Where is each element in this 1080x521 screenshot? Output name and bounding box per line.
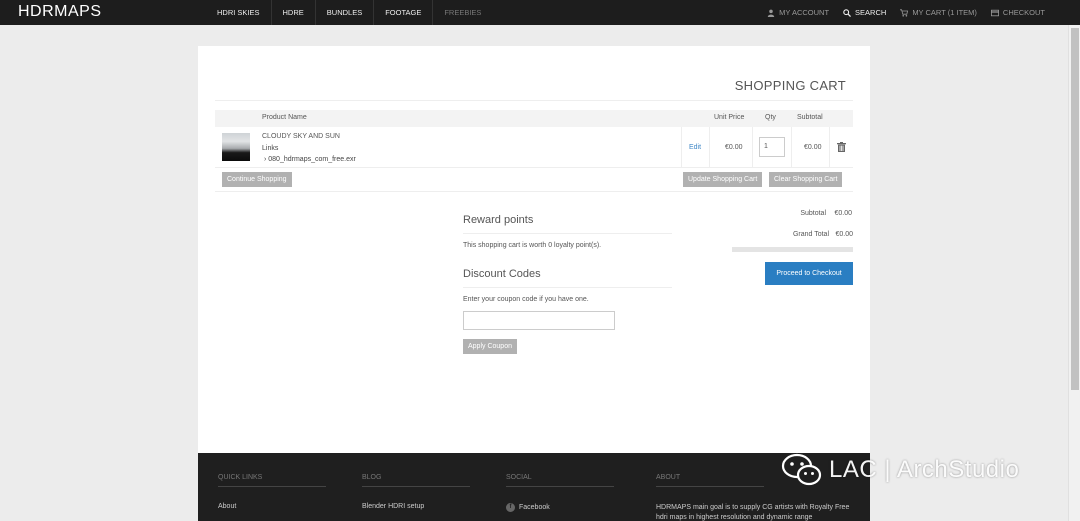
cart-table-header: Product Name Unit Price Qty Subtotal: [215, 110, 853, 127]
footer-about-title: ABOUT: [656, 474, 764, 487]
row-subtotal: €0.00: [804, 144, 822, 151]
footer-social-title: SOCIAL: [506, 474, 614, 487]
update-cart-button[interactable]: Update Shopping Cart: [683, 172, 763, 187]
unit-price: €0.00: [725, 144, 743, 151]
quantity-input[interactable]: 1: [759, 137, 785, 157]
site-logo[interactable]: HDRMAPS: [18, 3, 102, 21]
nav-footage[interactable]: FOOTAGE: [374, 0, 434, 25]
footer-blog: BLOG Blender HDRI setup: [362, 474, 470, 510]
cell-divider: [709, 127, 710, 168]
totals-divider: [732, 247, 853, 252]
coupon-instructions: Enter your coupon code if you have one.: [463, 296, 589, 303]
cart-table: Product Name Unit Price Qty Subtotal CLO…: [215, 110, 853, 168]
facebook-icon: f: [506, 503, 515, 512]
footer-link-about[interactable]: About: [218, 503, 326, 510]
table-row: CLOUDY SKY AND SUN Links › 080_hdrmaps_c…: [215, 127, 853, 168]
actions-divider: [215, 191, 853, 192]
header-qty: Qty: [765, 114, 776, 121]
discount-codes-title: Discount Codes: [463, 268, 541, 280]
my-cart-link[interactable]: MY CART (1 ITEM): [893, 0, 984, 25]
grand-total-label: Grand Total: [792, 231, 829, 238]
footer-about-text: HDRMAPS main goal is to supply CG artist…: [656, 504, 850, 521]
my-cart-label: MY CART (1 ITEM): [912, 8, 977, 17]
cart-panel: SHOPPING CART Product Name Unit Price Qt…: [198, 46, 870, 453]
continue-shopping-button[interactable]: Continue Shopping: [222, 172, 292, 187]
subtotal-value: €0.00: [834, 210, 852, 217]
footer-quick-links-title: QUICK LINKS: [218, 474, 326, 487]
product-name[interactable]: CLOUDY SKY AND SUN: [262, 133, 340, 140]
footer-link-blender-hdri[interactable]: Blender HDRI setup: [362, 503, 470, 510]
apply-coupon-button[interactable]: Apply Coupon: [463, 339, 517, 354]
cell-divider: [829, 127, 830, 168]
footer-blog-title: BLOG: [362, 474, 470, 487]
page-title: SHOPPING CART: [734, 78, 846, 93]
header-unit-price: Unit Price: [714, 114, 745, 121]
scrollbar-thumb[interactable]: [1071, 28, 1079, 390]
top-navigation-bar: HDRMAPS HDRI SKIES HDRE BUNDLES FOOTAGE …: [0, 0, 1080, 25]
trash-icon[interactable]: [837, 142, 846, 152]
cell-divider: [791, 127, 792, 168]
product-thumbnail[interactable]: [222, 133, 250, 161]
facebook-label: Facebook: [519, 504, 550, 511]
site-footer: QUICK LINKS About BLOG Blender HDRI setu…: [198, 453, 870, 521]
my-account-link[interactable]: MY ACCOUNT: [760, 0, 836, 25]
reward-points-title: Reward points: [463, 214, 534, 226]
user-icon: [767, 9, 775, 17]
proceed-to-checkout-button[interactable]: Proceed to Checkout: [765, 262, 853, 285]
header-subtotal: Subtotal: [797, 114, 823, 121]
cart-icon: [900, 8, 909, 17]
product-file-link[interactable]: › 080_hdrmaps_com_free.exr: [264, 156, 356, 163]
nav-bundles[interactable]: BUNDLES: [316, 0, 375, 25]
nav-hdre[interactable]: HDRE: [272, 0, 316, 25]
subtotal-label: Subtotal: [800, 210, 826, 217]
search-label: SEARCH: [855, 8, 887, 17]
search-link[interactable]: SEARCH: [836, 0, 893, 25]
footer-link-facebook[interactable]: f Facebook: [506, 503, 614, 512]
main-nav: HDRI SKIES HDRE BUNDLES FOOTAGE FREEBIES: [206, 0, 492, 25]
footer-social: SOCIAL f Facebook: [506, 474, 614, 512]
nav-hdri-skies[interactable]: HDRI SKIES: [206, 0, 272, 25]
checkout-label: CHECKOUT: [1002, 8, 1045, 17]
checkout-link[interactable]: CHECKOUT: [984, 0, 1052, 25]
title-divider: [215, 100, 853, 101]
coupon-code-input[interactable]: [463, 311, 615, 330]
cell-divider: [681, 127, 682, 168]
cell-divider: [752, 127, 753, 168]
grand-total-value: €0.00: [835, 231, 853, 238]
header-product-name: Product Name: [262, 114, 307, 121]
reward-divider: [463, 233, 672, 234]
nav-freebies[interactable]: FREEBIES: [433, 0, 492, 25]
watermark: LAC | ArchStudio: [781, 452, 1019, 488]
reward-points-text: This shopping cart is worth 0 loyalty po…: [463, 242, 602, 249]
clear-cart-button[interactable]: Clear Shopping Cart: [769, 172, 843, 187]
user-nav: MY ACCOUNT SEARCH MY CART (1 ITEM) CHECK…: [760, 0, 1052, 25]
watermark-text: LAC | ArchStudio: [829, 456, 1020, 483]
checkout-icon: [990, 9, 999, 16]
product-links-label: Links: [262, 145, 279, 152]
my-account-label: MY ACCOUNT: [779, 8, 830, 17]
footer-quick-links: QUICK LINKS About: [218, 474, 326, 510]
search-icon: [843, 8, 852, 17]
page-scrollbar[interactable]: [1068, 25, 1080, 521]
wechat-icon: [781, 453, 822, 486]
edit-item-link[interactable]: Edit: [689, 144, 701, 151]
discount-divider: [463, 287, 672, 288]
